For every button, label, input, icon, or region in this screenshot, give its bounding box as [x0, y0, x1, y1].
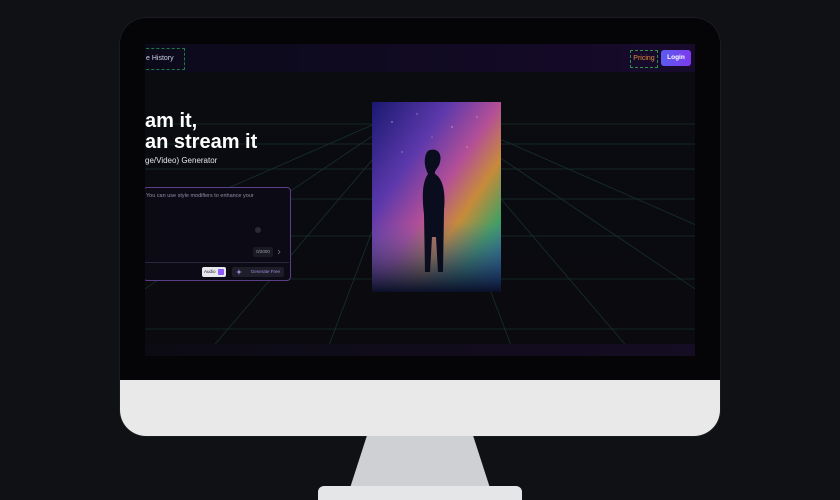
generate-label: Generate Free	[250, 269, 280, 274]
prompt-toolbar: Audio Generate Free	[145, 262, 289, 281]
monitor-stand-base	[318, 486, 522, 500]
top-nav: e History Pricing Login	[145, 44, 695, 72]
audio-label: Audio	[204, 269, 216, 274]
hero-title-line2: an stream it	[145, 131, 258, 153]
hero-title-line1: am it,	[145, 110, 198, 132]
generate-button[interactable]: Generate Free	[232, 267, 284, 277]
history-link[interactable]: e History	[145, 48, 185, 70]
preview-image	[372, 102, 501, 292]
app-screen: e History Pricing Login am it, an stream…	[145, 44, 695, 356]
pricing-link[interactable]: Pricing	[630, 50, 658, 68]
monitor-stand-neck	[350, 436, 490, 488]
monitor-chin	[120, 380, 720, 436]
checkbox-checked-icon[interactable]	[218, 269, 224, 275]
prompt-card: You can use style modifiers to enhance y…	[145, 187, 291, 281]
chevron-right-icon[interactable]	[276, 249, 282, 255]
silhouette-art	[372, 102, 501, 292]
hero-subtitle: ge/Video) Generator	[145, 156, 218, 165]
magic-wand-icon[interactable]	[254, 226, 262, 234]
prompt-input[interactable]: You can use style modifiers to enhance y…	[146, 192, 284, 200]
bottom-strip	[145, 344, 695, 356]
char-count: 0/2000	[253, 247, 273, 257]
audio-toggle[interactable]: Audio	[202, 267, 226, 277]
sparkle-icon	[236, 269, 242, 275]
login-button[interactable]: Login	[661, 50, 691, 66]
